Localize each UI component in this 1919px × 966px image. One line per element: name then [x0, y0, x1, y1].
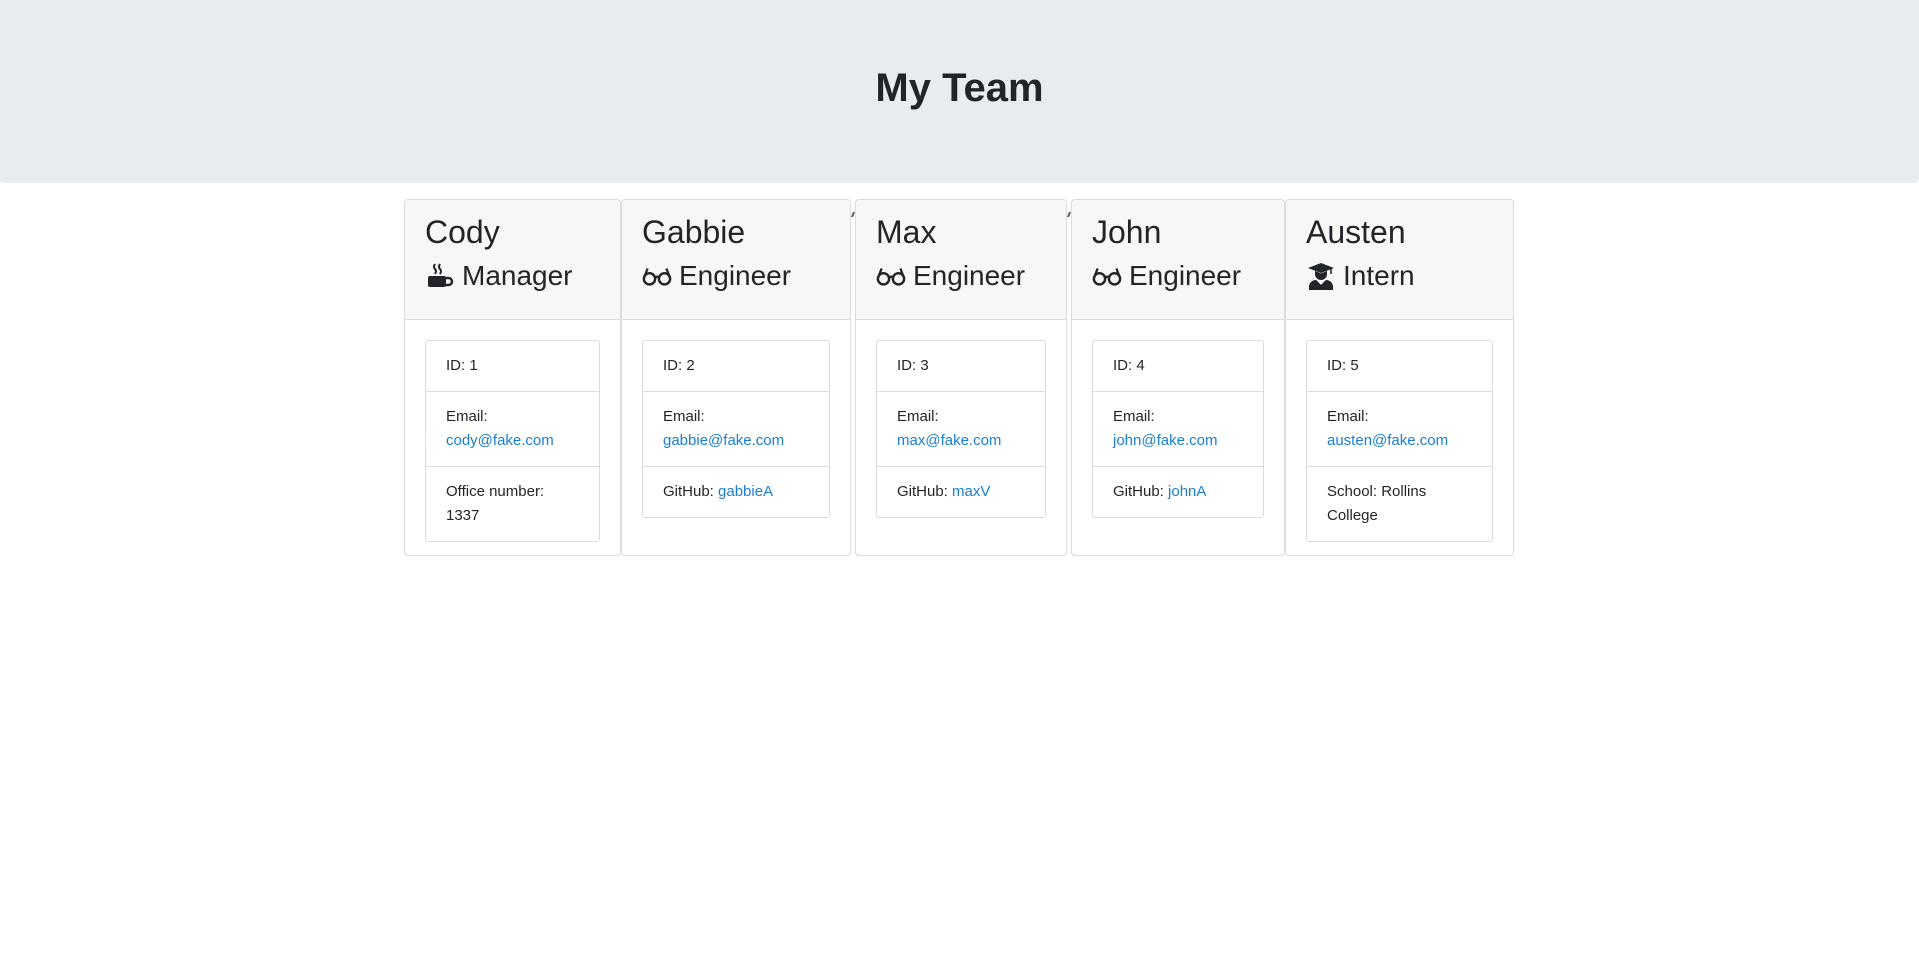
employee-card-engineer: John Engineer ID: 4 Email: john@fake.com	[1071, 199, 1285, 556]
id-item: ID: 4	[1093, 341, 1263, 392]
email-label: Email:	[1327, 408, 1369, 425]
card-body: ID: 4 Email: john@fake.com GitHub: johnA	[1072, 320, 1284, 538]
email-link[interactable]: cody@fake.com	[446, 432, 554, 449]
employee-name: Gabbie	[642, 214, 746, 250]
employee-name: Max	[876, 214, 937, 250]
school-label: School:	[1327, 483, 1378, 500]
employee-role: Manager	[425, 258, 620, 294]
id-item: ID: 2	[643, 341, 829, 392]
employee-role: Intern	[1306, 258, 1513, 294]
card-body: ID: 1 Email: cody@fake.com Office number…	[405, 320, 620, 555]
employee-card-engineer: Max Engineer ID: 3 Email: max@fake.com G…	[855, 199, 1067, 556]
github-item: GitHub: johnA	[1093, 467, 1263, 517]
email-link[interactable]: max@fake.com	[897, 432, 1001, 449]
employee-card-intern: Austen Intern ID: 5 Email: austen@fake.c…	[1285, 199, 1514, 556]
github-link[interactable]: gabbieA	[718, 483, 773, 500]
card-header: John Engineer	[1072, 200, 1284, 320]
email-link[interactable]: john@fake.com	[1113, 432, 1217, 449]
office-number-value: 1337	[446, 507, 480, 524]
github-item: GitHub: maxV	[877, 467, 1045, 517]
id-item: ID: 1	[426, 341, 599, 392]
info-list: ID: 2 Email: gabbie@fake.com GitHub: gab…	[642, 340, 830, 518]
card-header: Max Engineer	[856, 200, 1066, 320]
github-link[interactable]: johnA	[1168, 483, 1206, 500]
glasses-icon	[1092, 261, 1122, 291]
card-body: ID: 5 Email: austen@fake.com School: Rol…	[1286, 320, 1513, 555]
email-label: Email:	[1113, 408, 1155, 425]
info-list: ID: 3 Email: max@fake.com GitHub: maxV	[876, 340, 1046, 518]
role-label: Engineer	[679, 260, 792, 291]
role-label: Engineer	[1129, 260, 1242, 291]
office-number-item: Office number: 1337	[426, 467, 599, 541]
email-item: Email: cody@fake.com	[426, 392, 599, 467]
employee-role: Engineer	[642, 258, 850, 294]
email-label: Email:	[663, 408, 705, 425]
info-list: ID: 5 Email: austen@fake.com School: Rol…	[1306, 340, 1493, 542]
employee-name: Austen	[1306, 214, 1406, 250]
glasses-icon	[642, 261, 672, 291]
email-link[interactable]: gabbie@fake.com	[663, 432, 784, 449]
role-label: Manager	[462, 260, 573, 291]
employee-card-engineer: Gabbie Engineer ID: 2 Email: gabbie@fake…	[621, 199, 851, 556]
employee-role: Engineer	[876, 258, 1066, 294]
graduate-icon	[1306, 261, 1336, 291]
page-header: My Team	[0, 0, 1919, 183]
email-item: Email: gabbie@fake.com	[643, 392, 829, 467]
github-link[interactable]: maxV	[952, 483, 990, 500]
email-item: Email: john@fake.com	[1093, 392, 1263, 467]
card-header: Gabbie Engineer	[622, 200, 850, 320]
card-header: Austen Intern	[1286, 200, 1513, 320]
office-number-label: Office number:	[446, 483, 545, 500]
info-list: ID: 4 Email: john@fake.com GitHub: johnA	[1092, 340, 1264, 518]
role-label: Engineer	[913, 260, 1026, 291]
card-header: Cody Manager	[405, 200, 620, 320]
info-list: ID: 1 Email: cody@fake.com Office number…	[425, 340, 600, 542]
card-body: ID: 3 Email: max@fake.com GitHub: maxV	[856, 320, 1066, 538]
id-item: ID: 3	[877, 341, 1045, 392]
github-label: GitHub:	[897, 483, 948, 500]
id-item: ID: 5	[1307, 341, 1492, 392]
employee-name: John	[1092, 214, 1162, 250]
github-item: GitHub: gabbieA	[643, 467, 829, 517]
mug-icon	[425, 261, 455, 291]
employee-role: Engineer	[1092, 258, 1284, 294]
page-title: My Team	[875, 66, 1044, 110]
school-item: School: Rollins College	[1307, 467, 1492, 541]
role-label: Intern	[1343, 260, 1415, 291]
email-item: Email: max@fake.com	[877, 392, 1045, 467]
employee-name: Cody	[425, 214, 500, 250]
email-item: Email: austen@fake.com	[1307, 392, 1492, 467]
email-label: Email:	[897, 408, 939, 425]
github-label: GitHub:	[1113, 483, 1164, 500]
email-label: Email:	[446, 408, 488, 425]
github-label: GitHub:	[663, 483, 714, 500]
employee-card-manager: Cody Manager ID: 1 Email: cody@fake.com …	[404, 199, 621, 556]
glasses-icon	[876, 261, 906, 291]
card-body: ID: 2 Email: gabbie@fake.com GitHub: gab…	[622, 320, 850, 538]
email-link[interactable]: austen@fake.com	[1327, 432, 1448, 449]
